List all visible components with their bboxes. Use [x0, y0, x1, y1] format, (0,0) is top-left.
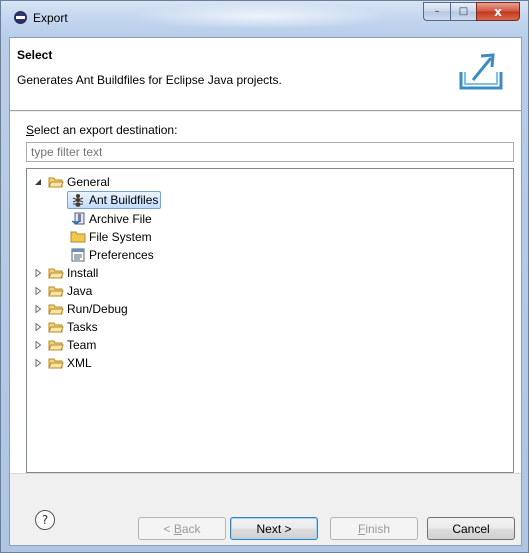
finish-button[interactable]: Finish: [330, 517, 418, 540]
tree-item-label: Archive File: [89, 212, 152, 226]
open-folder-icon: [48, 320, 64, 334]
title-bar[interactable]: Export – □ x: [1, 1, 528, 37]
collapsed-arrow-icon[interactable]: [33, 286, 43, 296]
collapsed-arrow-icon[interactable]: [33, 268, 43, 278]
tree-item-ant-buildfiles[interactable]: Ant Buildfiles: [67, 191, 162, 209]
export-window: Export – □ x Select Generates Ant Buildf…: [0, 0, 529, 553]
tree-item-java[interactable]: Java: [33, 282, 92, 300]
finish-label: inish: [365, 521, 391, 536]
tree-item-label: File System: [89, 230, 152, 244]
tree-item-label: Tasks: [67, 320, 98, 334]
maximize-button[interactable]: □: [450, 2, 476, 21]
destination-label-text: elect an export destination:: [34, 123, 178, 137]
tree-item-team[interactable]: Team: [33, 336, 96, 354]
dialog-client-area: Select Generates Ant Buildfiles for Ecli…: [9, 37, 522, 546]
destination-label-mnemonic: S: [26, 123, 35, 137]
tree-item-label: Run/Debug: [67, 302, 128, 316]
tree-item-label: Java: [67, 284, 93, 298]
open-folder-icon: [48, 175, 64, 189]
open-folder-icon: [48, 302, 64, 316]
tree-item-preferences[interactable]: Preferences: [70, 246, 154, 264]
selection-highlight[interactable]: Ant Buildfiles: [67, 191, 162, 209]
eclipse-icon: [14, 11, 27, 24]
help-button[interactable]: ?: [35, 510, 55, 530]
tree-item-tasks[interactable]: Tasks: [33, 318, 98, 336]
wizard-header: Select Generates Ant Buildfiles for Ecli…: [10, 38, 521, 111]
expanded-arrow-icon[interactable]: [33, 177, 43, 187]
next-button[interactable]: Next >: [230, 517, 318, 540]
wizard-body: Select an export destination: General: [10, 112, 521, 473]
close-button[interactable]: x: [476, 2, 520, 21]
tree-item-label: Install: [67, 266, 99, 280]
back-label: ack: [181, 521, 201, 536]
open-folder-icon: [48, 356, 64, 370]
window-title: Export: [33, 11, 68, 25]
tree-item-file-system[interactable]: File System: [70, 228, 152, 246]
minimize-button[interactable]: –: [423, 2, 450, 21]
window-controls: – □ x: [423, 2, 520, 22]
preferences-icon: [70, 248, 86, 262]
open-folder-icon: [48, 284, 64, 298]
open-folder-icon: [48, 338, 64, 352]
collapsed-arrow-icon[interactable]: [33, 304, 43, 314]
tree-item-label: Team: [67, 338, 97, 352]
tree-item-label: Preferences: [89, 248, 154, 262]
collapsed-arrow-icon[interactable]: [33, 340, 43, 350]
page-description: Generates Ant Buildfiles for Eclipse Jav…: [17, 73, 282, 87]
tree-item-label: Ant Buildfiles: [89, 193, 159, 207]
tree-item-run-debug[interactable]: Run/Debug: [33, 300, 128, 318]
open-folder-icon: [48, 266, 64, 280]
button-bar: ? < Back Next > Finish Cancel: [10, 500, 521, 545]
back-button[interactable]: < Back: [138, 517, 226, 540]
page-title: Select: [17, 48, 53, 62]
archive-file-icon: [70, 212, 86, 226]
destination-tree[interactable]: General Ant Buildfiles Archive File File…: [26, 168, 514, 473]
back-mnemonic: B: [173, 521, 182, 536]
finish-mnemonic: F: [357, 521, 366, 536]
tree-item-label: XML: [67, 356, 92, 370]
tree-item-xml[interactable]: XML: [33, 354, 92, 372]
destination-label: Select an export destination:: [26, 123, 177, 137]
button-bar-separator: [10, 473, 521, 500]
back-prefix: <: [163, 521, 171, 536]
tree-item-archive-file[interactable]: Archive File: [70, 210, 152, 228]
tree-item-general[interactable]: General: [33, 173, 110, 191]
filter-input[interactable]: [26, 142, 514, 162]
tree-item-install[interactable]: Install: [33, 264, 98, 282]
export-wizard-icon: [459, 53, 503, 90]
folder-icon: [70, 230, 86, 244]
title-bar-glow: [131, 3, 391, 29]
tree-item-label: General: [67, 175, 110, 189]
collapsed-arrow-icon[interactable]: [33, 322, 43, 332]
ant-icon: [70, 193, 86, 207]
cancel-button[interactable]: Cancel: [427, 517, 515, 540]
collapsed-arrow-icon[interactable]: [33, 358, 43, 368]
